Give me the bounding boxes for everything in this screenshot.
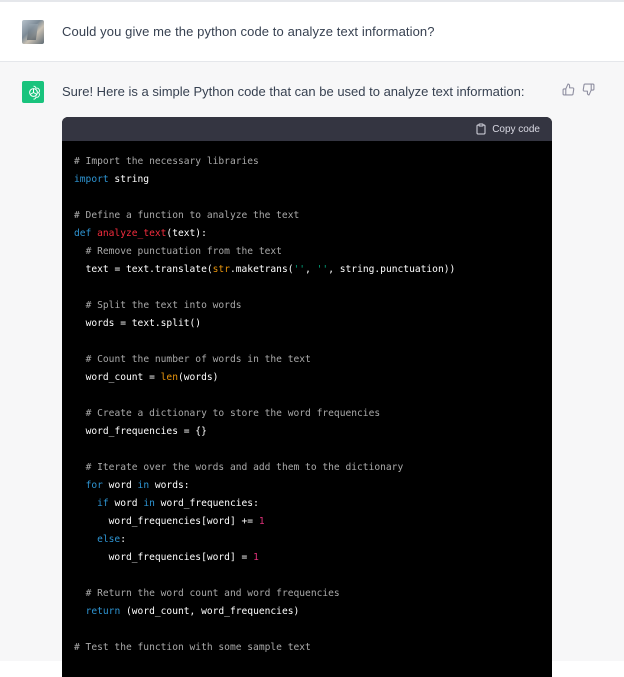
code-token: word_count = <box>85 372 161 383</box>
code-token: '' <box>293 264 306 275</box>
code-token: string <box>108 174 150 185</box>
code-line: else: <box>74 531 540 549</box>
code-line: # Remove punctuation from the text <box>74 243 540 261</box>
code-token: # Import the necessary libraries <box>74 156 259 167</box>
code-token: (text): <box>166 228 207 239</box>
code-token: , string.punctuation)) <box>328 264 456 275</box>
user-message-row: Could you give me the python code to ana… <box>0 2 624 62</box>
code-token: 1 <box>258 516 265 527</box>
thumbs-up-icon[interactable] <box>561 82 575 96</box>
code-token: for <box>85 480 103 491</box>
code-token: , <box>305 264 317 275</box>
copy-code-label: Copy code <box>492 123 540 135</box>
code-token: # Count the number of words in the text <box>85 354 311 365</box>
code-token: # Split the text into words <box>85 300 242 311</box>
code-line: for word in words: <box>74 477 540 495</box>
code-line: word_frequencies = {} <box>74 423 540 441</box>
code-token: (word_count, word_frequencies) <box>120 606 300 617</box>
clipboard-icon <box>475 123 487 135</box>
code-line: return (word_count, word_frequencies) <box>74 603 540 621</box>
code-token: .maketrans( <box>229 264 294 275</box>
code-token: : <box>120 534 126 545</box>
code-token: words = text.split() <box>85 318 202 329</box>
code-line: words = text.split() <box>74 315 540 333</box>
code-line: if word in word_frequencies: <box>74 495 540 513</box>
code-line: word_frequencies[word] = 1 <box>74 549 540 567</box>
openai-logo-icon <box>22 81 44 103</box>
code-token: if <box>97 498 109 509</box>
code-line: import string <box>74 171 540 189</box>
code-token: # Iterate over the words and add them to… <box>85 462 404 473</box>
code-line: # Test the function with some sample tex… <box>74 639 540 657</box>
code-line: # Return the word count and word frequen… <box>74 585 540 603</box>
code-content: # Import the necessary libraries import s… <box>62 141 552 657</box>
code-token: (words) <box>177 372 219 383</box>
code-token: analyze_text <box>97 228 167 239</box>
code-line: # Define a function to analyze the text <box>74 207 540 225</box>
code-line: def analyze_text(text): <box>74 225 540 243</box>
code-block: Copy code # Import the necessary librari… <box>62 117 552 677</box>
code-token: word_frequencies = {} <box>85 426 207 437</box>
code-token: word_frequencies[word] = <box>108 552 254 563</box>
code-token: word <box>108 498 144 509</box>
code-block-header: Copy code <box>62 117 552 141</box>
code-token: word_frequencies[word] += <box>108 516 259 527</box>
code-token: import <box>74 174 109 185</box>
code-token: # Create a dictionary to store the word … <box>85 408 381 419</box>
copy-code-button[interactable]: Copy code <box>475 123 540 135</box>
thumbs-down-icon[interactable] <box>581 82 595 96</box>
code-token: # Test the function with some sample tex… <box>74 642 311 653</box>
code-token: # Return the word count and word frequen… <box>85 588 340 599</box>
code-token: word <box>102 480 138 491</box>
user-avatar <box>22 20 44 44</box>
code-token: else <box>97 534 121 545</box>
assistant-message-row: Sure! Here is a simple Python code that … <box>0 62 624 677</box>
code-line: word_count = len(words) <box>74 369 540 387</box>
code-token: return <box>85 606 121 617</box>
code-token: '' <box>316 264 329 275</box>
code-token: 1 <box>253 552 259 563</box>
code-line: # Split the text into words <box>74 297 540 315</box>
code-token: str <box>212 264 230 275</box>
code-token: in <box>137 480 150 491</box>
code-line: # Count the number of words in the text <box>74 351 540 369</box>
code-token: word_frequencies: <box>154 498 259 509</box>
code-line: word_frequencies[word] += 1 <box>74 513 540 531</box>
code-token: text = text.translate( <box>85 264 213 275</box>
code-line: # Create a dictionary to store the word … <box>74 405 540 423</box>
code-token: in <box>143 498 155 509</box>
user-message-text: Could you give me the python code to ana… <box>62 24 435 39</box>
code-token: words: <box>149 480 190 491</box>
code-token: # Define a function to analyze the text <box>74 210 300 221</box>
code-token: # Remove punctuation from the text <box>85 246 282 257</box>
code-line: text = text.translate(str.maketrans('', … <box>74 261 540 279</box>
code-token: def <box>74 228 92 239</box>
code-line: # Import the necessary libraries <box>74 153 540 171</box>
code-token: len <box>160 372 178 383</box>
code-line: # Iterate over the words and add them to… <box>74 459 540 477</box>
assistant-message-text: Sure! Here is a simple Python code that … <box>62 84 525 99</box>
